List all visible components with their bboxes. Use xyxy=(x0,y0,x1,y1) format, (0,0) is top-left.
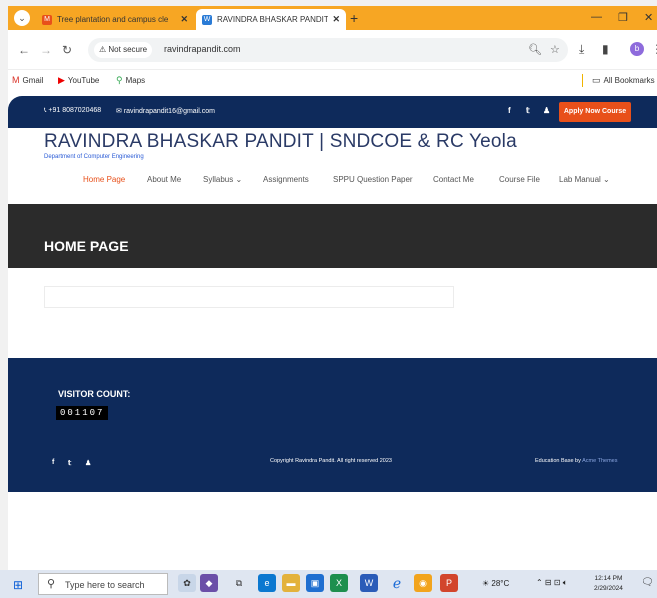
app-icon[interactable]: ◆ xyxy=(200,574,218,592)
facebook-icon[interactable]: f xyxy=(508,106,511,115)
file-explorer-icon[interactable]: ▬ xyxy=(282,574,300,592)
zoom-icon[interactable]: 🔍︎ xyxy=(528,43,542,56)
nav-contact-me[interactable]: Contact Me xyxy=(433,175,474,184)
sidepanel-icon[interactable]: ▮ xyxy=(602,42,609,56)
edge-icon[interactable]: e xyxy=(258,574,276,592)
apply-now-button[interactable]: Apply Now Course xyxy=(559,102,631,122)
theme-prefix: Education Base by xyxy=(535,458,581,464)
tab-title: Tree plantation and campus cle xyxy=(57,15,169,24)
footer xyxy=(8,358,657,492)
weather-widget[interactable]: ☀ 28°C xyxy=(482,579,509,588)
taskbar-search[interactable]: ⚲ Type here to search xyxy=(38,573,168,595)
menu-icon[interactable]: ⋮ xyxy=(651,42,657,56)
clock-time: 12:14 PM xyxy=(594,575,623,582)
bookmark-label: YouTube xyxy=(67,76,100,85)
all-bookmarks[interactable]: ▭ All Bookmarks xyxy=(592,75,655,86)
page-title: HOME PAGE xyxy=(44,238,129,254)
close-window-icon[interactable]: ✕ xyxy=(644,11,653,24)
taskbar-clock[interactable]: 12:14 PM 2/29/2024 xyxy=(594,574,623,594)
youtube-icon: ▶ xyxy=(58,75,65,85)
security-indicator[interactable]: ⚠ Not secure xyxy=(94,42,153,58)
address-bar[interactable]: ⚠ Not secure ravindrapandit.com 🔍︎ ☆ xyxy=(88,38,568,62)
visitor-counter: 001107 xyxy=(56,406,109,420)
footer-twitter-icon[interactable]: 𝕥 xyxy=(68,459,71,467)
search-placeholder: Type here to search xyxy=(65,580,145,590)
powerpoint-icon[interactable]: P xyxy=(440,574,458,592)
twitter-icon[interactable]: 𝕥 xyxy=(526,106,530,115)
bookmark-youtube[interactable]: ▶ YouTube xyxy=(58,75,99,86)
clock-date: 2/29/2024 xyxy=(594,585,623,592)
download-icon[interactable]: ⤓ xyxy=(579,42,584,57)
footer-facebook-icon[interactable]: f xyxy=(52,459,54,466)
reload-icon[interactable]: ↻ xyxy=(62,43,72,57)
tab-tree-plantation[interactable]: M Tree plantation and campus cle ✕ xyxy=(36,9,194,30)
url-text[interactable]: ravindrapandit.com xyxy=(164,44,241,54)
all-bookmarks-label: All Bookmarks xyxy=(603,76,655,85)
phone-contact[interactable]: 📞︎ +91 8087020468 xyxy=(44,107,101,115)
folder-icon: ▭ xyxy=(592,75,601,85)
widgets-icon[interactable]: ✿ xyxy=(178,574,196,592)
forward-icon[interactable]: → xyxy=(40,43,52,57)
close-tab-icon[interactable]: ✕ xyxy=(332,14,340,25)
close-tab-icon[interactable]: ✕ xyxy=(180,14,188,25)
nav-home-page[interactable]: Home Page xyxy=(83,175,125,184)
chrome-icon[interactable]: ◉ xyxy=(414,574,432,592)
wordpress-favicon-icon: W xyxy=(202,14,212,25)
tab-ravindra-pandit[interactable]: W RAVINDRA BHASKAR PANDIT | ✕ xyxy=(196,9,346,30)
web-page: 📞︎ +91 8087020468 ✉ ravindrapandit16@gma… xyxy=(8,90,657,570)
nav-lab-manual[interactable]: Lab Manual ⌄ xyxy=(559,175,610,184)
bookmark-separator xyxy=(582,74,583,87)
bookmark-star-icon[interactable]: ☆ xyxy=(550,43,560,56)
bookmark-gmail[interactable]: M Gmail xyxy=(12,75,43,85)
content-box xyxy=(44,286,454,308)
minimize-icon[interactable]: — xyxy=(591,11,602,23)
bookmark-label: Maps xyxy=(125,76,146,85)
phone-text: +91 8087020468 xyxy=(48,107,102,114)
system-tray-icons[interactable]: ⌃ ⊟ ⊡ 🔈︎ xyxy=(536,578,568,588)
profile-avatar[interactable]: b xyxy=(630,42,644,56)
tab-title: RAVINDRA BHASKAR PANDIT | xyxy=(217,15,329,24)
copyright-text: Copyright Ravindra Pandit. All right res… xyxy=(270,458,392,464)
footer-android-icon[interactable]: ♟ xyxy=(85,459,91,467)
android-icon[interactable]: ♟ xyxy=(543,106,550,115)
theme-link[interactable]: Acme Themes xyxy=(582,458,617,464)
nav-assignments[interactable]: Assignments xyxy=(263,175,309,184)
tab-search-icon[interactable]: ⌄ xyxy=(14,10,30,26)
nav-syllabus[interactable]: Syllabus ⌄ xyxy=(203,175,242,184)
internet-explorer-icon[interactable]: ℯ xyxy=(388,574,406,592)
nav-course-file[interactable]: Course File xyxy=(499,175,540,184)
back-icon[interactable]: ← xyxy=(18,43,30,57)
bookmark-label: Gmail xyxy=(22,75,44,85)
visitor-count-label: VISITOR COUNT: xyxy=(58,389,131,399)
email-contact[interactable]: ✉ ravindrapandit16@gmail.com xyxy=(116,107,215,115)
site-title[interactable]: RAVINDRA BHASKAR PANDIT | SNDCOE & RC Ye… xyxy=(44,131,517,153)
word-icon[interactable]: W xyxy=(360,574,378,592)
top-contact-bar: 📞︎ +91 8087020468 ✉ ravindrapandit16@gma… xyxy=(8,96,657,128)
store-icon[interactable]: ▣ xyxy=(306,574,324,592)
windows-taskbar: ⊞ ⚲ Type here to search ✿ ◆ ⧉ e ▬ ▣ X W … xyxy=(0,570,657,598)
bookmarks-bar: M Gmail ▶ YouTube ⚲ Maps ▭ All Bookmarks xyxy=(8,70,657,90)
site-subtitle: Department of Computer Engineering xyxy=(44,154,144,160)
nav-about-me[interactable]: About Me xyxy=(147,175,181,184)
browser-toolbar: ← → ↻ ⚠ Not secure ravindrapandit.com 🔍︎… xyxy=(8,30,657,70)
windows-start-icon[interactable]: ⊞ xyxy=(13,578,23,592)
restore-icon[interactable]: ❐ xyxy=(618,11,628,24)
excel-icon[interactable]: X xyxy=(330,574,348,592)
theme-credit: Education Base by Acme Themes xyxy=(535,458,617,464)
weather-temp: 28°C xyxy=(491,579,510,588)
task-view-icon[interactable]: ⧉ xyxy=(230,574,248,592)
email-text: ravindrapandit16@gmail.com xyxy=(123,108,215,115)
bookmark-maps[interactable]: ⚲ Maps xyxy=(116,75,145,86)
search-icon: ⚲ xyxy=(47,578,56,590)
security-label: Not secure xyxy=(108,45,148,54)
new-tab-icon[interactable]: + xyxy=(350,10,358,26)
page-hero xyxy=(8,204,657,268)
gmail-icon: M xyxy=(12,75,20,85)
maps-icon: ⚲ xyxy=(116,75,123,85)
nav-sppu-question-paper[interactable]: SPPU Question Paper xyxy=(333,175,413,184)
notification-icon[interactable]: 🗨︎ xyxy=(641,577,654,588)
tab-favicon-icon: M xyxy=(42,14,52,25)
browser-tab-bar: ⌄ M Tree plantation and campus cle ✕ W R… xyxy=(8,6,657,30)
